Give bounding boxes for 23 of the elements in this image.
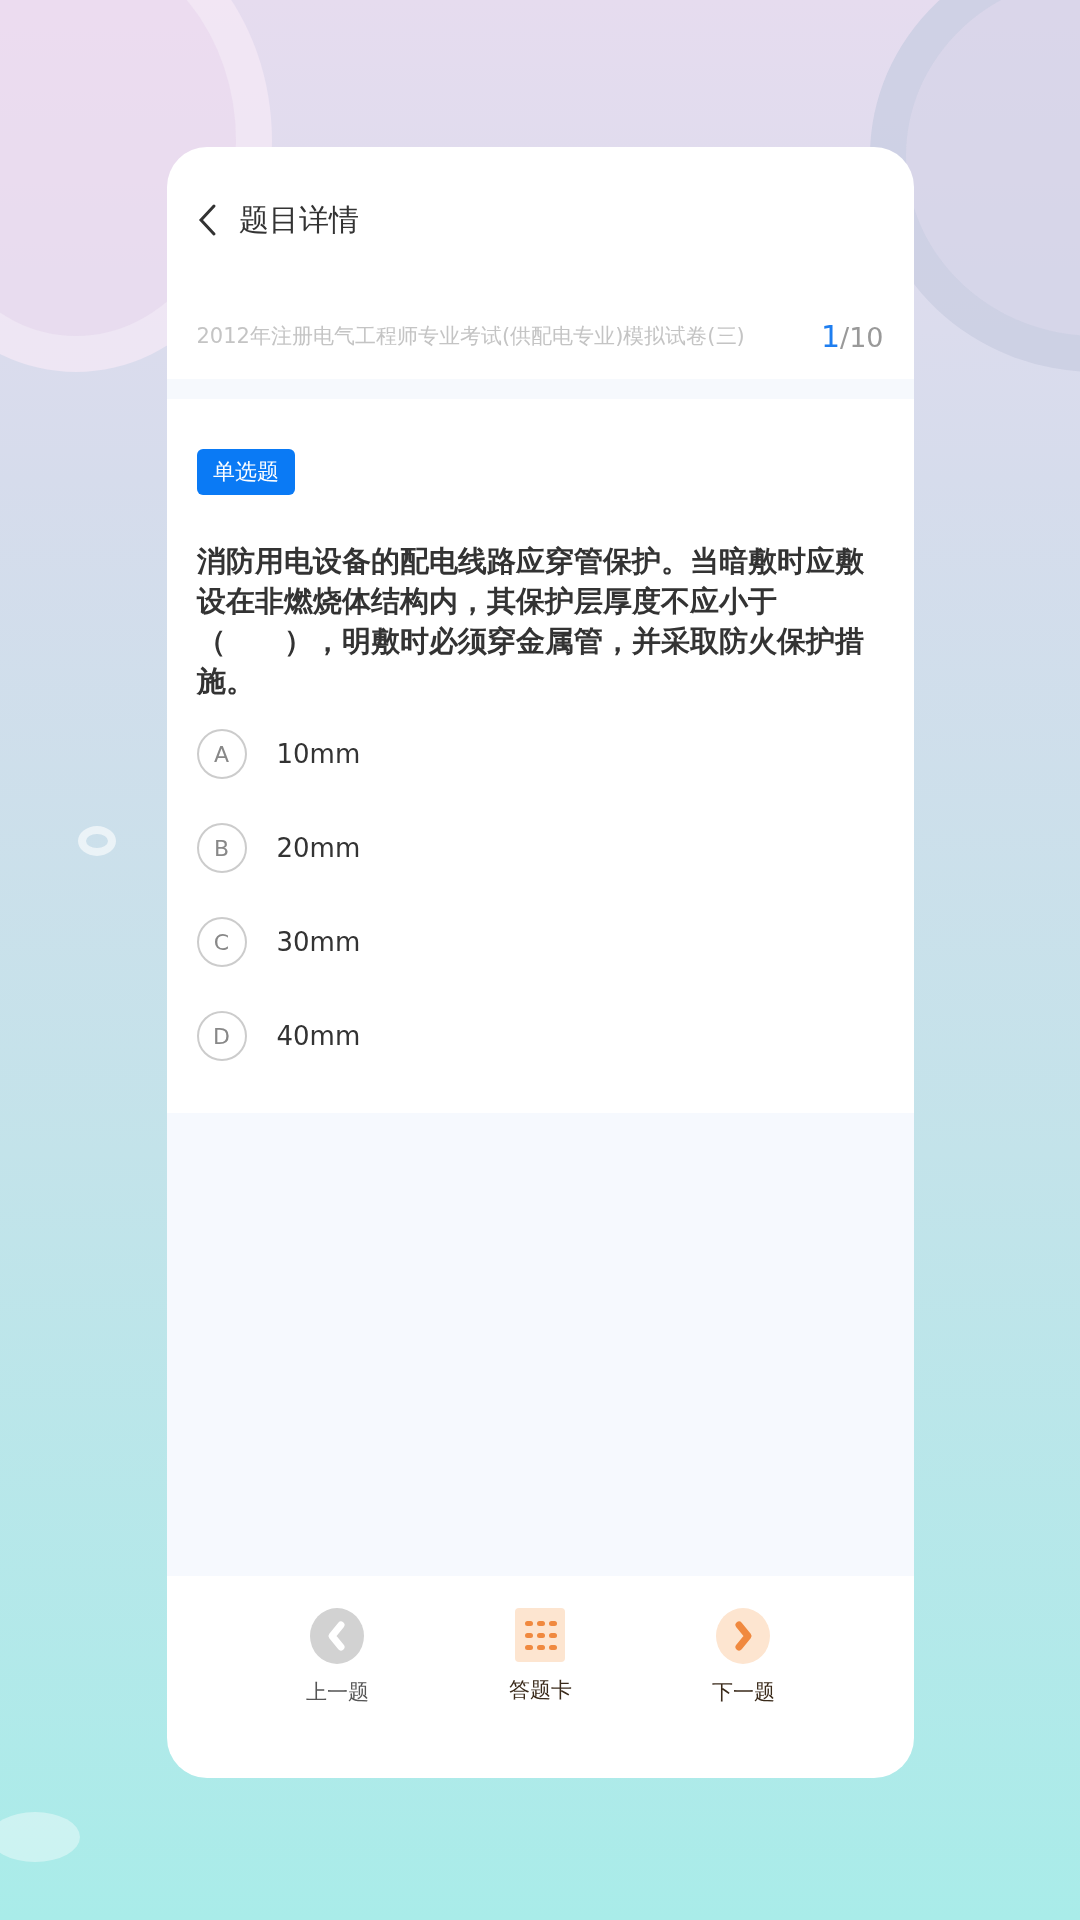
option-letter[interactable]: C <box>196 917 247 967</box>
back-icon[interactable] <box>196 203 217 237</box>
option-text[interactable]: 20mm <box>276 833 361 863</box>
nav-button[interactable]: 答题卡 <box>496 1608 584 1704</box>
option-text[interactable]: 30mm <box>276 927 361 957</box>
right-chevron-icon <box>716 1608 770 1664</box>
nav-label: 上一题 <box>305 1679 369 1706</box>
nav-button[interactable]: 下一题 <box>699 1608 787 1706</box>
option-letter[interactable]: B <box>196 823 247 873</box>
nav-label: 下一题 <box>711 1679 775 1706</box>
question-counter: 1/10 <box>820 318 884 354</box>
left-chevron-icon <box>310 1608 364 1664</box>
question-type-tag: 单选题 <box>196 449 295 495</box>
grid-icon <box>515 1608 565 1662</box>
option-text[interactable]: 10mm <box>276 739 361 769</box>
option-text[interactable]: 40mm <box>276 1021 361 1051</box>
paper-title: 2012年注册电气工程师专业考试(供配电专业)模拟试卷(三) <box>196 323 745 350</box>
option-letter[interactable]: A <box>196 729 247 779</box>
nav-label: 答题卡 <box>508 1677 572 1704</box>
page-title: 题目详情 <box>238 200 359 239</box>
question-text: 消防用电设备的配电线路应穿管保护。当暗敷时应敷设在非燃烧体结构内，其保护层厚度不应小于（ ），明敷时必须穿金属管，并采取防火保护措施。 <box>196 543 865 700</box>
option-letter[interactable]: D <box>196 1011 247 1061</box>
decorative-ring <box>78 826 116 856</box>
